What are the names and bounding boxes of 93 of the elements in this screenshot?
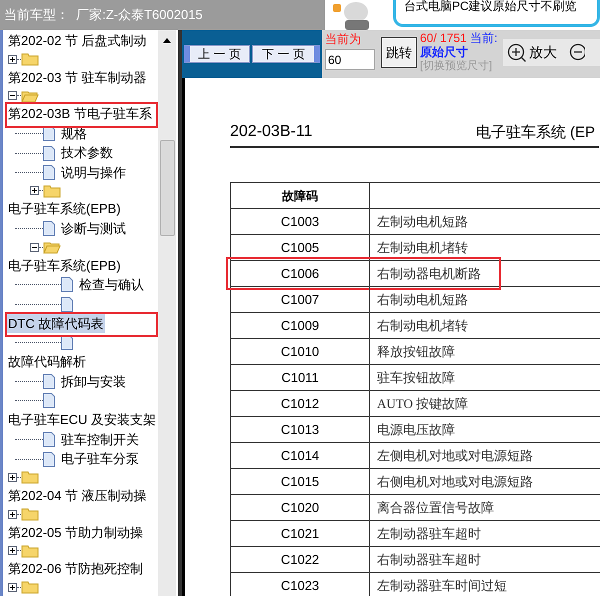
- table-cell-text: 左制动电机堵转: [376, 238, 469, 257]
- table-cell: C1007: [231, 287, 370, 312]
- open-folder-icon: [43, 240, 61, 254]
- current-size-label: 当前:: [470, 31, 498, 45]
- jump-button[interactable]: 跳转: [381, 37, 417, 68]
- tree-item[interactable]: 电子驻车分泵: [61, 449, 139, 469]
- table-cell-text: 左制动器驻车超时: [376, 524, 482, 543]
- table-cell: C1006: [231, 261, 370, 286]
- table-cell-text: 左制动器驻车时间过短: [376, 576, 508, 595]
- table-cell: C1020: [231, 495, 370, 520]
- tree-item[interactable]: 规格: [61, 124, 87, 144]
- document-icon: [43, 452, 55, 467]
- table-cell-text: 右制动电机短路: [376, 290, 469, 309]
- document-icon: [43, 165, 55, 180]
- folder-icon: [21, 470, 39, 484]
- table-cell-text: 驻车按钮故障: [376, 368, 456, 387]
- tree-item[interactable]: 技术参数: [61, 143, 113, 163]
- table-cell-text: 释放按钮故障: [376, 342, 456, 361]
- document-icon: [43, 146, 55, 161]
- table-cell: C1003: [231, 209, 370, 234]
- document-icon: [43, 221, 55, 236]
- document-icon: [61, 277, 73, 292]
- tree-item[interactable]: 电子驻车系统(EPB): [6, 199, 123, 219]
- document-icon: [43, 432, 55, 448]
- tree-item[interactable]: 第202-03 节 驻车制动器: [6, 68, 149, 88]
- table-cell-text: 左制动电机短路: [376, 212, 469, 231]
- previous-page-button[interactable]: 上 一 页: [184, 45, 250, 63]
- zoom-in-icon: [507, 42, 527, 62]
- expand-icon[interactable]: [8, 472, 17, 482]
- table-cell-text: AUTO 按键故障: [376, 394, 470, 413]
- section-title: 电子驻车系统 (EP: [476, 122, 596, 142]
- tree-item[interactable]: 诊断与测试: [61, 218, 126, 238]
- expand-icon[interactable]: [30, 186, 39, 196]
- table-cell: C1014: [231, 443, 370, 468]
- table-cell: C1011: [231, 365, 370, 390]
- expand-icon[interactable]: [8, 510, 17, 519]
- folder-icon: [21, 507, 39, 522]
- current-page-label: 当前为: [325, 32, 362, 47]
- next-page-button[interactable]: 下 一 页: [252, 45, 320, 63]
- tree-item[interactable]: DTC 故障代码表: [6, 314, 106, 334]
- expand-icon[interactable]: [8, 54, 17, 64]
- tree-item[interactable]: 电子驻车系统(EPB): [6, 256, 123, 276]
- scrollbar[interactable]: [158, 30, 176, 596]
- table-cell: C1010: [231, 339, 370, 364]
- table-cell: C1013: [231, 417, 370, 442]
- tree-item[interactable]: 第202-04 节 液压制动操: [6, 486, 149, 506]
- document-icon: [43, 393, 55, 408]
- tree-item[interactable]: 电子驻车ECU 及安装支架: [6, 410, 158, 430]
- tree-item[interactable]: 第202-05 节助力制动操: [6, 522, 146, 542]
- open-folder-icon: [21, 88, 39, 103]
- table-cell: C1023: [231, 573, 370, 596]
- page-input[interactable]: 60: [325, 49, 375, 70]
- table-cell: C1022: [231, 547, 370, 572]
- folder-icon: [21, 580, 39, 594]
- scroll-up-icon[interactable]: [163, 38, 171, 43]
- tree-item[interactable]: 第202-03B 节电子驻车系: [6, 104, 154, 124]
- table-cell-text: 离合器位置信号故障: [376, 498, 495, 517]
- tree-item[interactable]: 说明与操作: [61, 162, 126, 182]
- tree-item[interactable]: 故障代码解析: [6, 352, 88, 372]
- table-cell-text: 右侧电机对地或对电源短路: [376, 472, 534, 491]
- folder-icon: [21, 544, 39, 558]
- zoom-out-icon[interactable]: [569, 42, 585, 62]
- expand-icon[interactable]: [8, 582, 17, 592]
- folder-icon: [43, 184, 61, 198]
- folder-icon: [21, 52, 39, 66]
- size-label: 原始尺寸: [420, 45, 468, 59]
- tree-item[interactable]: 第202-02 节 后盘式制动: [6, 31, 149, 50]
- table-cell: C1005: [231, 235, 370, 260]
- expand-icon[interactable]: [8, 546, 17, 556]
- table-cell: C1012: [231, 391, 370, 416]
- zoom-in-button[interactable]: 放大: [507, 42, 557, 63]
- column-header: 故障码: [231, 183, 370, 208]
- table-cell-text: 左侧电机对地或对电源短路: [376, 446, 534, 465]
- table-cell: C1009: [231, 313, 370, 338]
- tree-item[interactable]: 驻车控制开关: [61, 430, 139, 450]
- collapse-icon[interactable]: [8, 91, 17, 100]
- document-icon: [43, 374, 55, 389]
- car-model-label: 当前车型： 厂家:Z-众泰T6002015: [4, 6, 203, 24]
- table-cell-text: 右制动电机堵转: [376, 316, 469, 335]
- page-count: 60/ 1751: [420, 31, 468, 45]
- table-cell-text: 右制动器驻车超时: [376, 550, 482, 569]
- table-cell: C1021: [231, 521, 370, 546]
- scrollbar-thumb[interactable]: [160, 140, 174, 236]
- table-cell: C1015: [231, 469, 370, 494]
- table-cell-text: 电源电压故障: [376, 420, 456, 439]
- tree-item[interactable]: 第202-06 节防抱死控制: [6, 559, 146, 579]
- table-cell-text: 右制动器电机断路: [376, 264, 482, 283]
- tree-item[interactable]: 拆卸与安装: [61, 372, 126, 392]
- collapse-icon[interactable]: [30, 242, 39, 252]
- page-number: 202-03B-11: [230, 122, 312, 142]
- banner-text: 台式电脑PC建议原始尺寸不刷览: [404, 0, 578, 12]
- tree-item[interactable]: 检查与确认: [79, 275, 144, 295]
- document-icon: [61, 296, 73, 312]
